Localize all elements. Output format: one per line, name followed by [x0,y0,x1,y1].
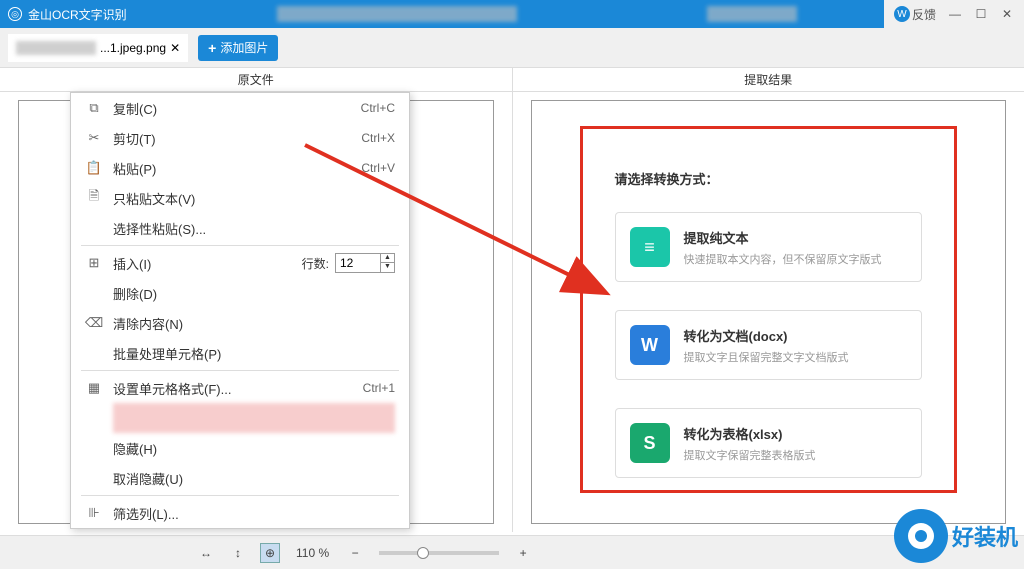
option-title: 转化为文档(docx) [684,326,849,345]
menu-hide[interactable]: 隐藏(H) [71,433,409,463]
window-controls: W 反馈 — ☐ ✕ [884,0,1024,28]
xlsx-icon: S [630,423,670,463]
watermark-text: 好装机 [952,520,1018,552]
tab-close-icon[interactable]: ✕ [170,41,180,55]
menu-label: 筛选列(L)... [113,504,179,523]
file-tab[interactable]: ...1.jpeg.png ✕ [8,34,188,62]
shortcut-label: Ctrl+C [361,101,395,115]
rows-spinner[interactable]: ▲▼ [381,253,395,273]
zoom-out-button[interactable]: − [345,543,365,563]
context-menu: ⧉ 复制(C) Ctrl+C ✂ 剪切(T) Ctrl+X 📋 粘贴(P) Ct… [70,92,410,529]
result-panel: 请选择转换方式： ≡ 提取纯文本 快速提取本文内容，但不保留原文字版式 W 转化… [513,92,1024,532]
blurred-region [707,6,797,22]
tab-filename: ...1.jpeg.png [100,41,166,55]
menu-cut[interactable]: ✂ 剪切(T) Ctrl+X [71,123,409,153]
zoom-in-button[interactable]: + [513,543,533,563]
menu-label: 批量处理单元格(P) [113,344,221,363]
menu-unhide[interactable]: 取消隐藏(U) [71,463,409,493]
option-title: 提取纯文本 [684,228,882,247]
result-heading: 请选择转换方式： [615,169,923,188]
menu-batch[interactable]: 批量处理单元格(P) [71,338,409,368]
menu-separator [81,495,399,496]
menu-paste[interactable]: 📋 粘贴(P) Ctrl+V [71,153,409,183]
option-title: 转化为表格(xlsx) [684,424,816,443]
app-logo-icon: ◎ [8,7,22,21]
menu-copy[interactable]: ⧉ 复制(C) Ctrl+C [71,93,409,123]
fit-horizontal-icon[interactable]: ↔ [196,543,216,563]
fit-page-icon[interactable]: ⊕ [260,543,280,563]
menu-label: 只粘贴文本(V) [113,189,195,208]
menu-label: 清除内容(N) [113,314,183,333]
menu-label: 插入(I) [113,254,151,273]
copy-icon: ⧉ [85,99,103,117]
rows-label: 行数: [302,255,329,272]
source-panel: ⧉ 复制(C) Ctrl+C ✂ 剪切(T) Ctrl+X 📋 粘贴(P) Ct… [0,92,513,532]
paste-icon: 📋 [85,159,103,177]
result-canvas: 请选择转换方式： ≡ 提取纯文本 快速提取本文内容，但不保留原文字版式 W 转化… [531,100,1007,524]
docx-icon: W [630,325,670,365]
menu-clear[interactable]: ⌫ 清除内容(N) [71,308,409,338]
menu-paste-text[interactable]: 🗎 只粘贴文本(V) [71,183,409,213]
insert-icon: ⊞ [85,254,103,272]
menu-label: 粘贴(P) [113,159,156,178]
blurred-region [277,6,517,22]
option-desc: 快速提取本文内容，但不保留原文字版式 [684,251,882,267]
blurred-region [16,41,96,55]
menu-insert[interactable]: ⊞ 插入(I) 行数: ▲▼ [71,248,409,278]
format-icon: ▦ [85,379,103,397]
left-column-header: 原文件 [0,68,513,91]
watermark-logo-icon [894,509,948,563]
result-highlight-box: 请选择转换方式： ≡ 提取纯文本 快速提取本文内容，但不保留原文字版式 W 转化… [580,126,958,493]
add-image-label: 添加图片 [220,39,268,56]
feedback-icon: W [894,6,910,22]
close-button[interactable]: ✕ [1000,7,1014,21]
minimize-button[interactable]: — [948,7,962,21]
watermark: 好装机 [894,509,1018,563]
shortcut-label: Ctrl+V [361,161,395,175]
menu-delete[interactable]: 删除(D) [71,278,409,308]
title-bar: ◎ 金山OCR文字识别 W 反馈 — ☐ ✕ [0,0,1024,28]
feedback-label: 反馈 [912,6,936,23]
menu-label: 剪切(T) [113,129,156,148]
plus-icon: + [208,40,216,56]
app-title: 金山OCR文字识别 [28,6,127,23]
menu-format[interactable]: ▦ 设置单元格格式(F)... Ctrl+1 [71,373,409,403]
menu-label: 取消隐藏(U) [113,469,183,488]
paste-text-icon: 🗎 [85,189,103,207]
status-bar: ↔ ↕ ⊕ 110 % − + [0,535,1024,569]
clear-icon: ⌫ [85,314,103,332]
toolbar: ...1.jpeg.png ✕ + 添加图片 [0,28,1024,68]
menu-label: 设置单元格格式(F)... [113,379,231,398]
menu-separator [81,245,399,246]
blurred-highlighted-item [113,403,395,433]
option-desc: 提取文字且保留完整文字文档版式 [684,349,849,365]
zoom-thumb[interactable] [417,547,429,559]
fit-vertical-icon[interactable]: ↕ [228,543,248,563]
shortcut-label: Ctrl+1 [363,381,395,395]
menu-label: 复制(C) [113,99,157,118]
menu-label: 隐藏(H) [113,439,157,458]
rows-input[interactable] [335,253,381,273]
option-desc: 提取文字保留完整表格版式 [684,447,816,463]
column-headers: 原文件 提取结果 [0,68,1024,92]
option-card-text[interactable]: ≡ 提取纯文本 快速提取本文内容，但不保留原文字版式 [615,212,923,282]
menu-label: 选择性粘贴(S)... [113,219,206,238]
zoom-slider[interactable] [379,551,499,555]
menu-filter[interactable]: ⊪ 筛选列(L)... [71,498,409,528]
filter-icon: ⊪ [85,504,103,522]
feedback-button[interactable]: W 反馈 [894,6,936,23]
text-icon: ≡ [630,227,670,267]
add-image-button[interactable]: + 添加图片 [198,35,278,61]
main-area: ⧉ 复制(C) Ctrl+C ✂ 剪切(T) Ctrl+X 📋 粘贴(P) Ct… [0,92,1024,532]
maximize-button[interactable]: ☐ [974,7,988,21]
menu-label: 删除(D) [113,284,157,303]
right-column-header: 提取结果 [513,68,1024,91]
option-card-docx[interactable]: W 转化为文档(docx) 提取文字且保留完整文字文档版式 [615,310,923,380]
option-card-xlsx[interactable]: S 转化为表格(xlsx) 提取文字保留完整表格版式 [615,408,923,478]
cut-icon: ✂ [85,129,103,147]
menu-paste-special[interactable]: 选择性粘贴(S)... [71,213,409,243]
zoom-level: 110 % [296,546,329,560]
shortcut-label: Ctrl+X [361,131,395,145]
menu-separator [81,370,399,371]
